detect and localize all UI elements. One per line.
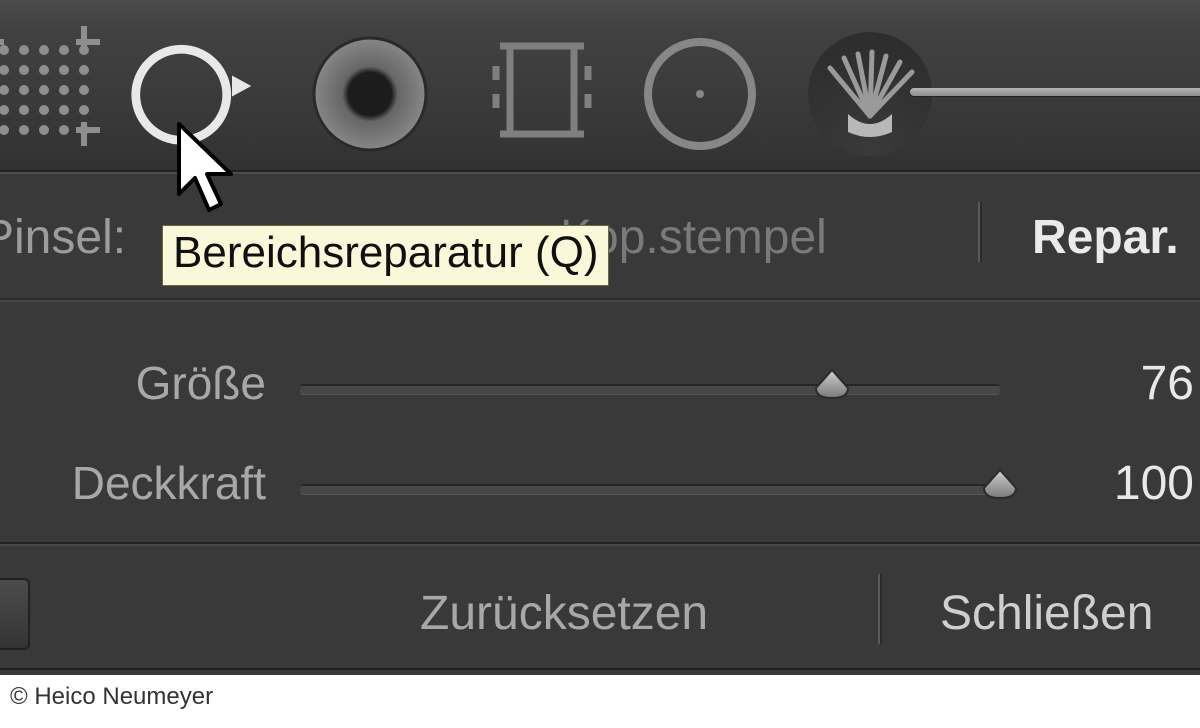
opacity-slider-thumb[interactable] (980, 468, 1020, 500)
opacity-slider-track[interactable] (300, 484, 1000, 495)
red-eye-icon (300, 16, 440, 156)
radial-filter-icon (630, 16, 770, 156)
spot-removal-icon (120, 16, 260, 156)
radial-filter-tool[interactable] (630, 16, 770, 161)
divider (878, 574, 882, 644)
separator (0, 668, 1200, 670)
toggle-switch[interactable] (0, 578, 30, 650)
red-eye-tool[interactable] (300, 16, 440, 161)
opacity-slider-value[interactable]: 100 (1074, 456, 1194, 511)
brush-handle-icon (910, 88, 1200, 96)
size-slider-row: Größe 76 (0, 350, 1200, 420)
develop-tool-panel: Pinsel: Kop.stempel Repar. Bereichsrepar… (0, 0, 1200, 675)
tooltip: Bereichsreparatur (Q) (162, 225, 609, 286)
brush-icon (800, 16, 940, 156)
heal-mode-option[interactable]: Repar. (1032, 210, 1179, 265)
opacity-slider-row: Deckkraft 100 (0, 450, 1200, 520)
size-slider-value[interactable]: 76 (1074, 356, 1194, 411)
size-slider-label: Größe (136, 356, 266, 410)
size-slider-track[interactable] (300, 384, 1000, 395)
reset-button[interactable]: Zurücksetzen (420, 586, 708, 641)
brush-label: Pinsel: (0, 210, 126, 265)
opacity-slider-label: Deckkraft (72, 456, 266, 510)
image-credit: © Heico Neumeyer (0, 675, 1200, 728)
tool-strip (0, 0, 1200, 172)
crop-icon (0, 16, 110, 156)
graduated-filter-icon (472, 16, 612, 156)
crop-tool[interactable] (0, 16, 110, 161)
spot-removal-tool[interactable] (120, 16, 260, 161)
graduated-filter-tool[interactable] (472, 16, 612, 161)
divider (978, 202, 982, 262)
close-button[interactable]: Schließen (940, 586, 1153, 641)
size-slider-thumb[interactable] (812, 368, 852, 400)
panel-footer: Zurücksetzen Schließen (0, 560, 1200, 670)
separator (0, 542, 1200, 546)
separator (0, 298, 1200, 302)
